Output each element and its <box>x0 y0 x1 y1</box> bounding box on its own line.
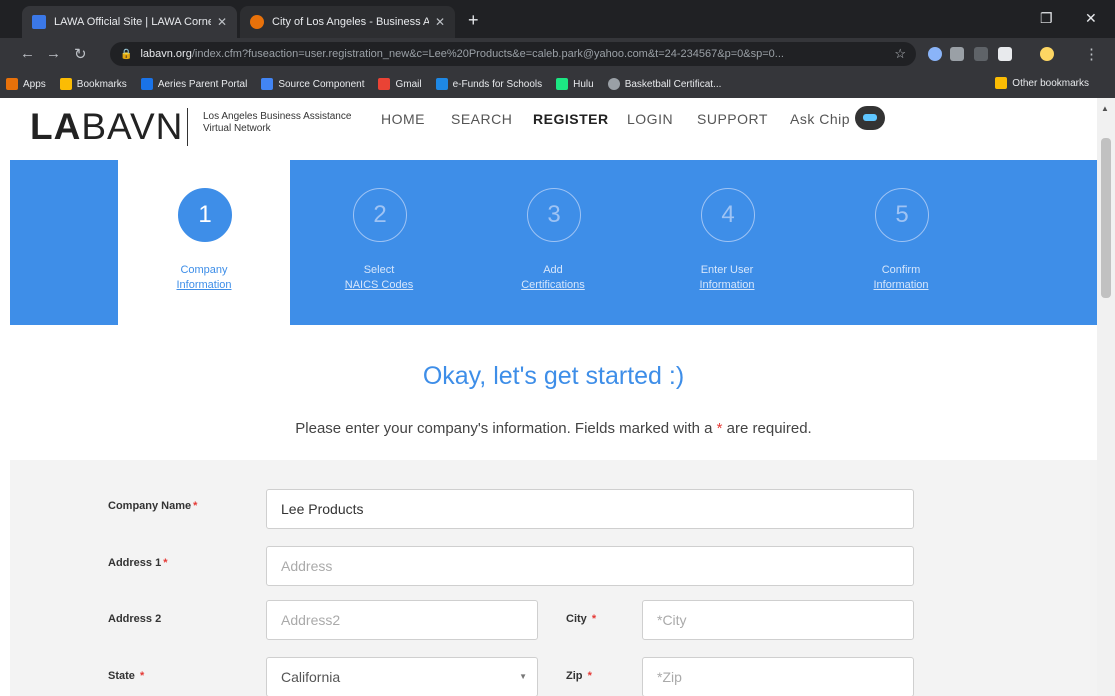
nav-home[interactable]: HOME <box>381 111 425 127</box>
aeries-icon <box>140 78 153 90</box>
chevron-down-icon: ▼ <box>519 672 527 681</box>
browser-tab-strip: LAWA Official Site | LAWA Corner ✕ City … <box>0 0 1115 38</box>
state-label: State * <box>108 670 145 682</box>
address1-input[interactable] <box>266 546 914 586</box>
page-scrollbar[interactable]: ▲ <box>1097 98 1115 696</box>
nav-register[interactable]: REGISTER <box>533 111 609 127</box>
lawa-favicon-icon <box>32 15 46 29</box>
tab-close-icon[interactable]: ✕ <box>435 15 445 29</box>
step-number: 3 <box>527 188 581 242</box>
nav-login[interactable]: LOGIN <box>627 111 673 127</box>
intro-instructions: Please enter your company's information.… <box>295 420 812 437</box>
step-label[interactable]: Enter User Information <box>641 263 813 293</box>
company-name-label: Company Name * <box>108 500 198 512</box>
company-information-form: Company Name* Address 1* Address 2 City … <box>10 460 1097 696</box>
tab-close-icon[interactable]: ✕ <box>217 15 227 29</box>
extension-s-icon[interactable] <box>998 47 1012 61</box>
scroll-up-icon[interactable]: ▲ <box>1101 104 1109 113</box>
bookmark-item[interactable]: Aeries Parent Portal <box>140 78 247 90</box>
scrollbar-thumb[interactable] <box>1101 138 1111 298</box>
step-label[interactable]: Select NAICS Codes <box>293 263 465 293</box>
url-text: labavn.org/index.cfm?fuseaction=user.reg… <box>140 48 784 60</box>
extension-icon[interactable] <box>928 47 942 61</box>
chip-robot-icon[interactable] <box>855 106 885 130</box>
bookmark-item[interactable]: Source Component <box>261 78 364 90</box>
tab-title: LAWA Official Site | LAWA Corner <box>54 16 211 28</box>
address2-input[interactable] <box>266 600 538 640</box>
state-selected-value: California <box>281 669 341 685</box>
lock-icon: 🔒 <box>120 48 133 60</box>
city-label: City * <box>566 613 597 625</box>
step-company-information[interactable]: 1 Company Information <box>118 160 290 325</box>
site-header: LABAVN Los Angeles Business Assistance V… <box>0 98 1097 160</box>
bookmark-item[interactable]: e-Funds for Schools <box>435 78 542 90</box>
bookmark-star-icon[interactable]: ☆ <box>894 46 906 62</box>
step-label[interactable]: Company Information <box>118 263 290 293</box>
bookmark-item[interactable]: Apps <box>6 78 46 90</box>
bookmarks-bar: Apps Bookmarks Aeries Parent Portal Sour… <box>0 70 1115 98</box>
address-bar[interactable]: 🔒 labavn.org/index.cfm?fuseaction=user.r… <box>110 42 916 66</box>
step-number: 5 <box>875 188 929 242</box>
apps-grid-icon <box>6 78 18 90</box>
browser-tab-labavn[interactable]: City of Los Angeles - Business Ass ✕ <box>240 6 455 38</box>
bookmark-item[interactable]: Bookmarks <box>59 78 127 90</box>
zip-label: Zip * <box>566 670 592 682</box>
registration-steps: 1 Company Information 2 Select NAICS Codes… <box>10 160 1097 325</box>
step-number: 2 <box>353 188 407 242</box>
tab-title: City of Los Angeles - Business Ass <box>272 16 429 28</box>
step-confirm-information[interactable]: 5 Confirm Information <box>815 160 987 325</box>
close-window-icon[interactable]: ✕ <box>1085 10 1097 27</box>
city-la-favicon-icon <box>250 15 264 29</box>
reload-icon[interactable]: ↻ <box>74 45 87 63</box>
company-name-input[interactable] <box>266 489 914 529</box>
other-bookmarks[interactable]: Other bookmarks <box>995 77 1089 89</box>
step-number: 4 <box>701 188 755 242</box>
globe-icon <box>607 78 620 90</box>
gmail-icon <box>378 78 391 90</box>
step-label[interactable]: Confirm Information <box>815 263 987 293</box>
nav-search[interactable]: SEARCH <box>451 111 512 127</box>
browser-toolbar: ← → ↻ 🔒 labavn.org/index.cfm?fuseaction=… <box>0 38 1115 70</box>
city-input[interactable] <box>642 600 914 640</box>
back-arrow-icon[interactable]: ← <box>20 45 35 62</box>
site-tagline: Los Angeles Business Assistance Virtual … <box>203 111 352 134</box>
star-icon <box>59 78 72 90</box>
source-icon <box>261 78 274 90</box>
browser-menu-icon[interactable]: ⋮ <box>1084 45 1099 63</box>
logo-divider <box>187 108 188 146</box>
bookmark-item[interactable]: Gmail <box>378 78 422 90</box>
state-select[interactable]: California ▼ <box>266 657 538 696</box>
extension-grid-icon[interactable] <box>974 47 988 61</box>
zip-input[interactable] <box>642 657 914 696</box>
efunds-icon <box>435 78 448 90</box>
step-select-naics-codes[interactable]: 2 Select NAICS Codes <box>293 160 465 325</box>
nav-ask-chip[interactable]: Ask Chip <box>790 111 850 127</box>
required-star: * <box>716 420 723 437</box>
new-tab-icon[interactable]: + <box>468 10 479 31</box>
extension-icon[interactable] <box>950 47 964 61</box>
address1-label: Address 1 * <box>108 557 168 569</box>
step-label[interactable]: Add Certifications <box>467 263 639 293</box>
profile-avatar-icon[interactable] <box>1040 47 1054 61</box>
hulu-icon <box>556 78 569 90</box>
step-add-certifications[interactable]: 3 Add Certifications <box>467 160 639 325</box>
step-number: 1 <box>178 188 232 242</box>
address2-label: Address 2 <box>108 613 162 625</box>
labavn-logo[interactable]: LABAVN <box>30 106 183 148</box>
folder-icon <box>995 77 1008 89</box>
nav-support[interactable]: SUPPORT <box>697 111 768 127</box>
step-enter-user-information[interactable]: 4 Enter User Information <box>641 160 813 325</box>
bookmark-item[interactable]: Hulu <box>556 78 594 90</box>
bookmark-item[interactable]: Basketball Certificat... <box>607 78 721 90</box>
forward-arrow-icon[interactable]: → <box>46 45 61 62</box>
browser-tab-lawa[interactable]: LAWA Official Site | LAWA Corner ✕ <box>22 6 237 38</box>
page-heading: Okay, let's get started :) <box>422 362 685 390</box>
restore-window-icon[interactable]: ❐ <box>1040 10 1053 27</box>
